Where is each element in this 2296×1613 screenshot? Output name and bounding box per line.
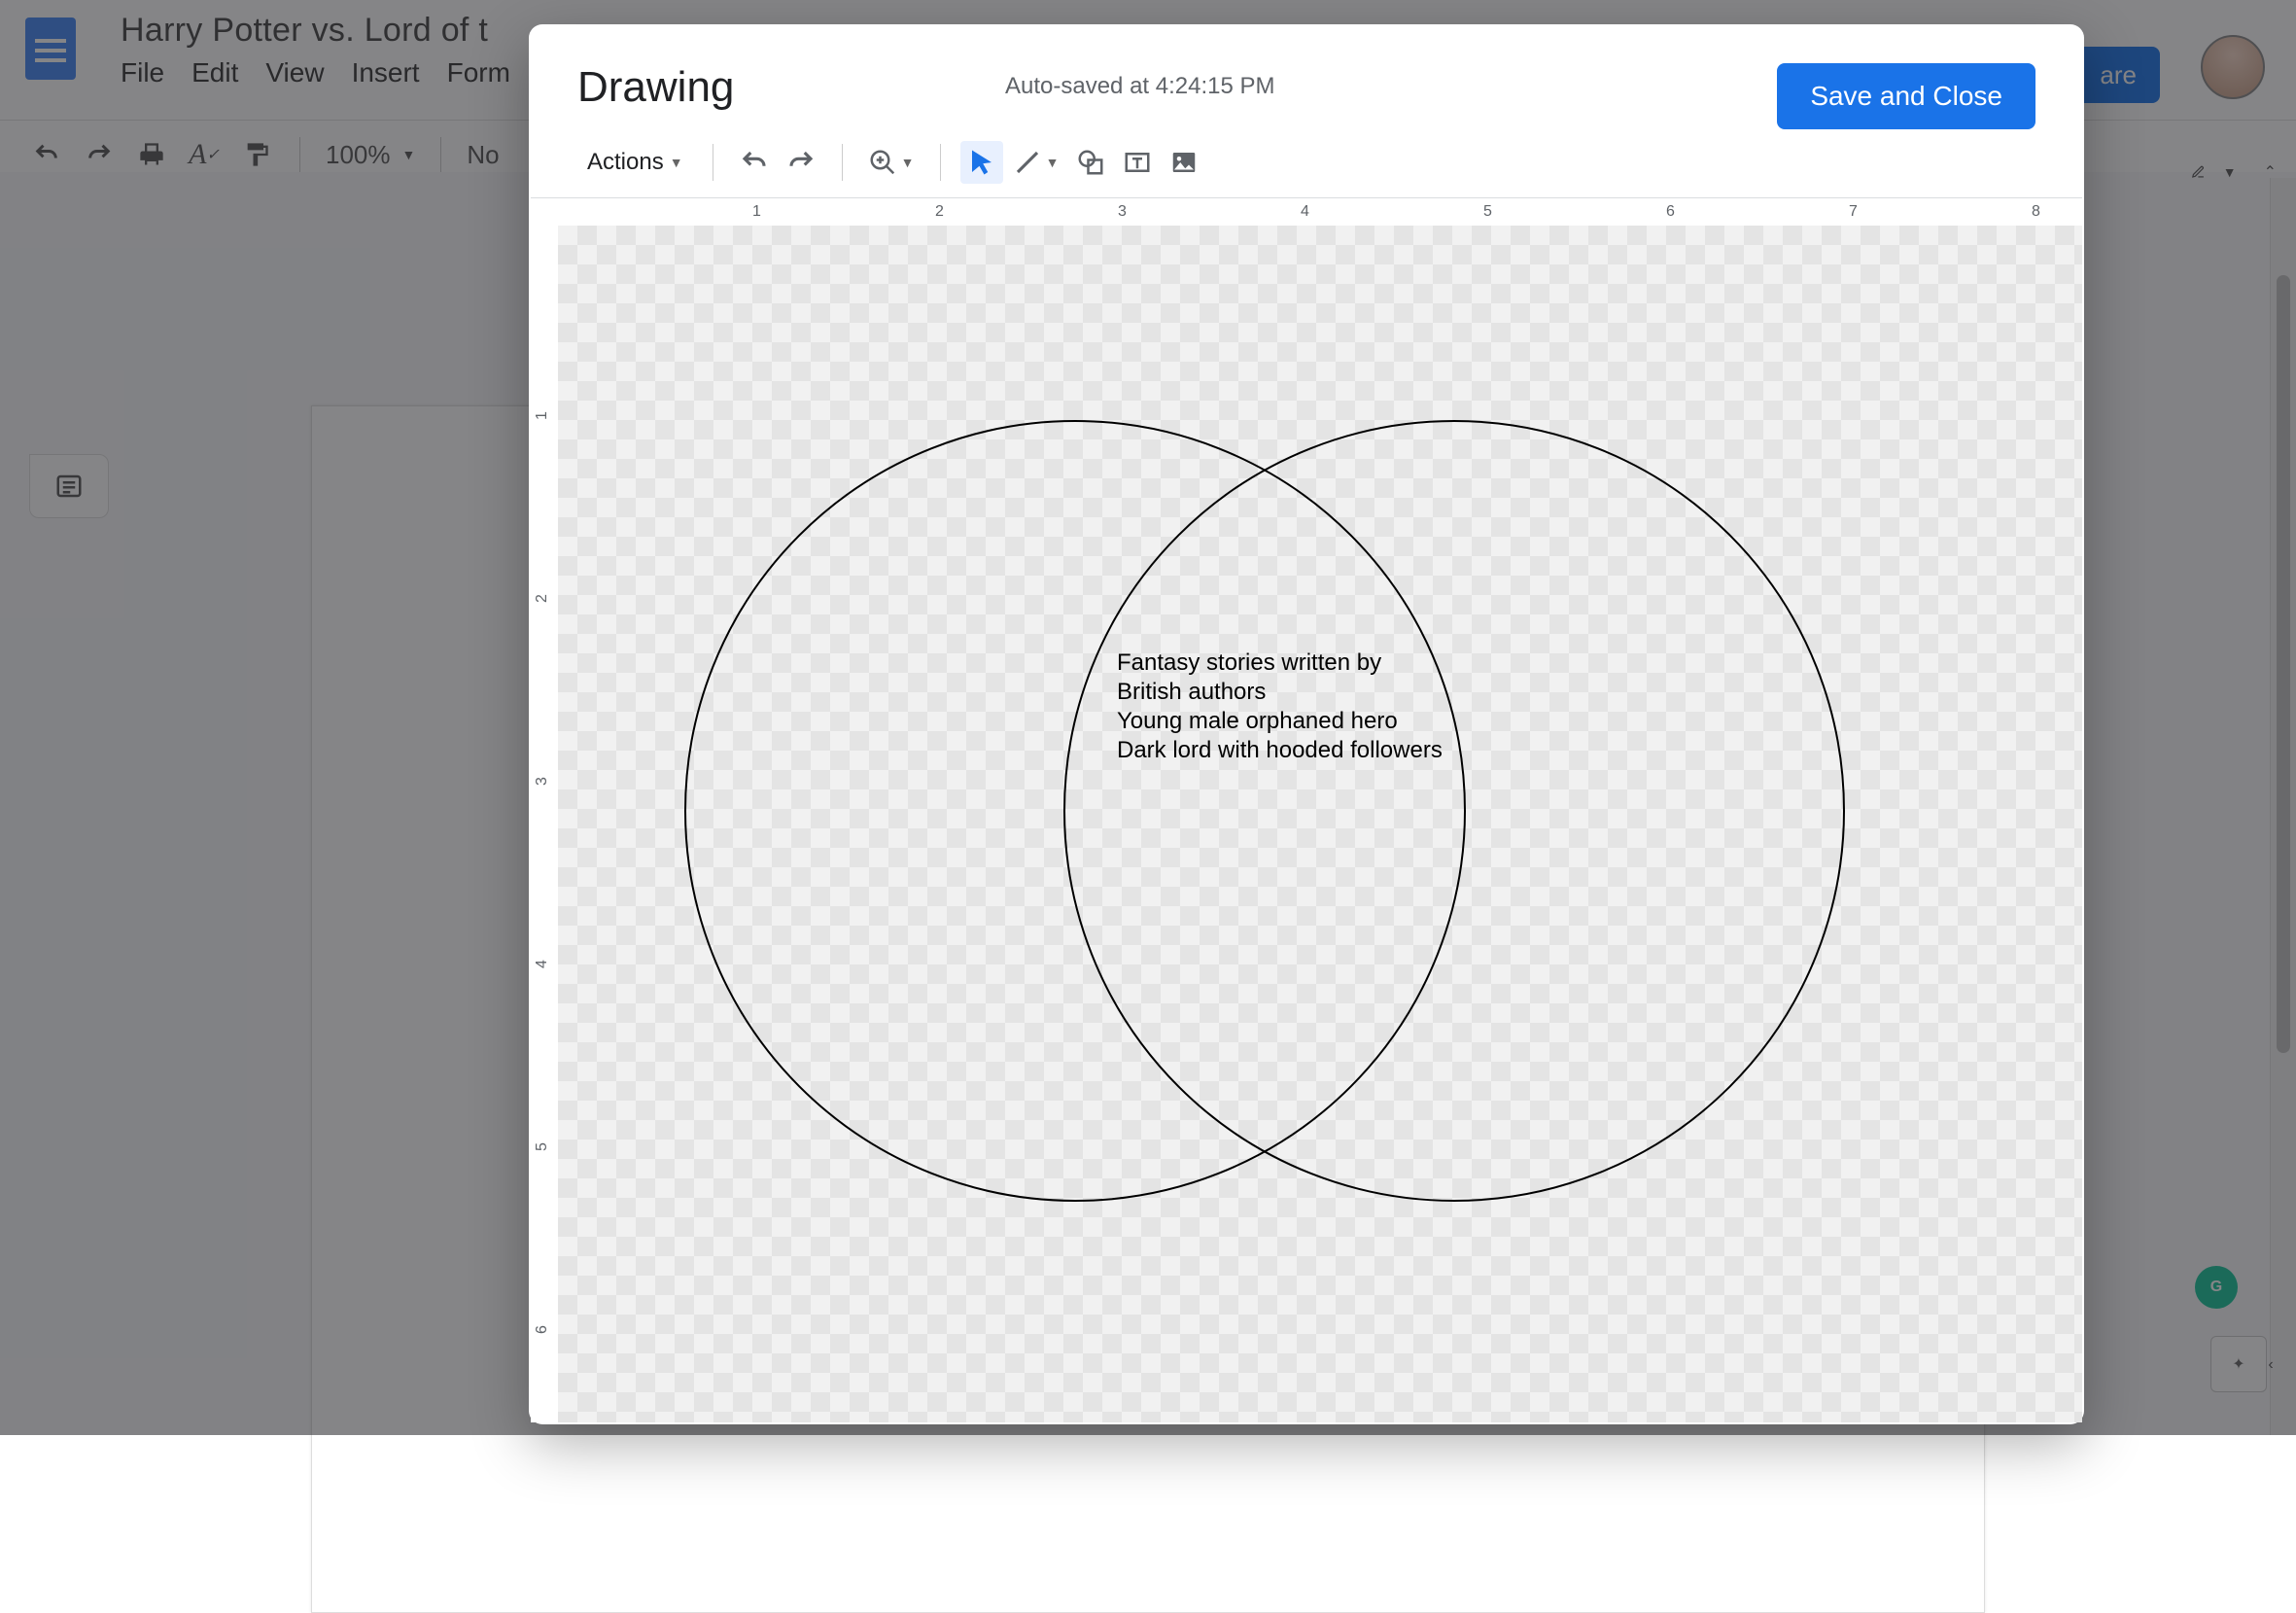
- dialog-header: Drawing Auto-saved at 4:24:15 PM Save an…: [529, 24, 2084, 122]
- actions-menu[interactable]: Actions▼: [577, 145, 693, 180]
- image-tool-icon[interactable]: [1163, 141, 1205, 184]
- undo-icon[interactable]: [733, 141, 776, 184]
- venn-circle-right[interactable]: [1063, 420, 1845, 1202]
- drawing-toolbar: Actions▼ ▼ ▼: [529, 122, 2084, 197]
- line-tool-icon[interactable]: ▼: [1007, 141, 1065, 184]
- canvas-area: 1 2 3 4 5 6 7 8 1 2 3 4 5 6 Fantasy stor…: [531, 197, 2082, 1422]
- autosave-status: Auto-saved at 4:24:15 PM: [1005, 73, 1275, 100]
- drawing-canvas[interactable]: Fantasy stories written by British autho…: [558, 226, 2082, 1422]
- separator: [842, 144, 843, 181]
- ruler-horizontal: 1 2 3 4 5 6 7 8: [558, 198, 2082, 227]
- redo-icon[interactable]: [780, 141, 822, 184]
- textbox-tool-icon[interactable]: [1116, 141, 1159, 184]
- select-tool-icon[interactable]: [960, 141, 1003, 184]
- zoom-icon[interactable]: ▼: [862, 141, 921, 184]
- dialog-title: Drawing: [577, 63, 734, 112]
- drawing-dialog: Drawing Auto-saved at 4:24:15 PM Save an…: [529, 24, 2084, 1424]
- save-and-close-button[interactable]: Save and Close: [1777, 63, 2035, 129]
- separator: [940, 144, 941, 181]
- shape-tool-icon[interactable]: [1069, 141, 1112, 184]
- venn-intersection-text[interactable]: Fantasy stories written by British autho…: [1117, 649, 1447, 765]
- ruler-vertical: 1 2 3 4 5 6: [531, 226, 559, 1422]
